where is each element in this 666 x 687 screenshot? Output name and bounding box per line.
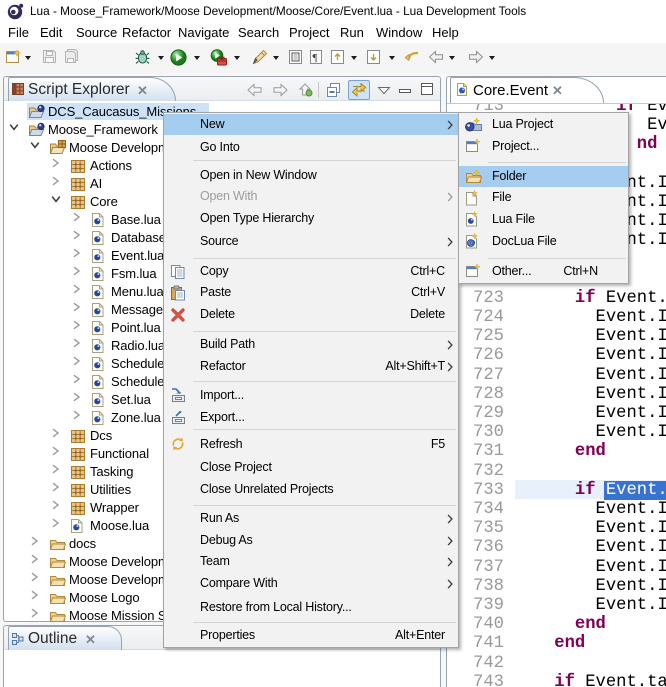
svg-text:@: @ — [468, 239, 475, 248]
svg-text:¶: ¶ — [313, 52, 318, 64]
